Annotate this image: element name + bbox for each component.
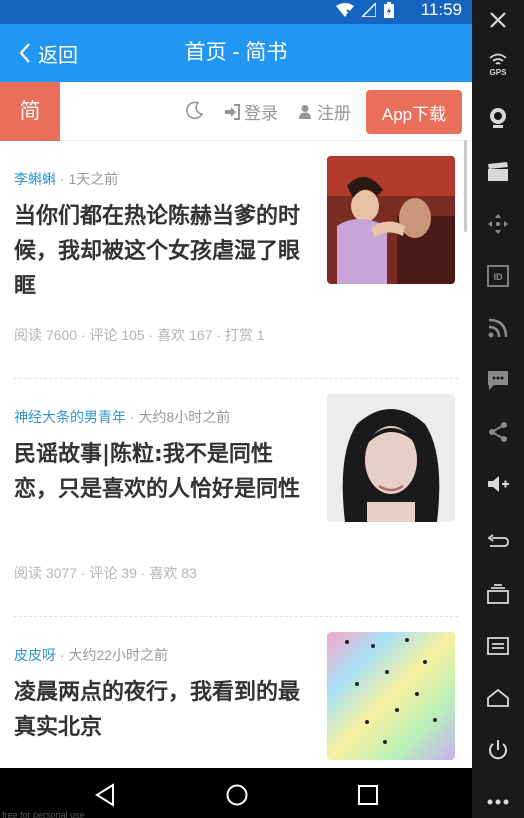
- article-meta: 神经大条的男青年 · 大约8小时之前: [14, 409, 231, 425]
- status-time: 11:59: [420, 0, 462, 19]
- author-link[interactable]: 神经大条的男青年: [14, 409, 126, 425]
- article-stats: 阅读 7600 · 评论 105 · 喜欢 167 · 打赏 1: [14, 327, 265, 343]
- rss-icon[interactable]: [486, 316, 510, 340]
- home-circle-icon[interactable]: [225, 783, 249, 807]
- back-triangle-icon[interactable]: [93, 783, 117, 807]
- login-label: 登录: [244, 104, 278, 123]
- app-download-button[interactable]: App下载: [366, 90, 462, 134]
- android-nav-bar: free for personal use: [0, 768, 472, 818]
- article-meta: 皮皮呀 · 大约22小时之前: [14, 647, 169, 663]
- site-toolbar: 简 登录 注册 App下载: [0, 82, 472, 141]
- share-icon[interactable]: [486, 420, 510, 444]
- app-bar: 返回 首页 - 简书: [0, 24, 472, 82]
- article-title[interactable]: 民谣故事|陈粒:我不是同性恋，只是喜欢的人恰好是同性: [14, 437, 304, 507]
- author-link[interactable]: 皮皮呀: [14, 647, 56, 663]
- status-bar: 11:59: [0, 0, 472, 24]
- battery-charging-icon: [384, 2, 394, 18]
- article-stats: 阅读 3077 · 评论 39 · 喜欢 83: [14, 565, 197, 581]
- user-icon: [299, 104, 311, 119]
- moon-icon[interactable]: [185, 100, 205, 120]
- page-title: 首页 - 简书: [184, 41, 288, 64]
- move-arrows-icon[interactable]: [486, 212, 510, 236]
- scrollbar-thumb[interactable]: [464, 140, 467, 232]
- article-item[interactable]: 皮皮呀 · 大约22小时之前 凌晨两点的夜行，我看到的最真实北京: [14, 617, 458, 768]
- device-id-icon[interactable]: ID: [486, 264, 510, 288]
- article-item[interactable]: 李蝌蝌 · 1天之前 当你们都在热论陈赫当爹的时候，我却被这个女孩虐湿了眼眶 阅…: [14, 141, 458, 379]
- close-icon[interactable]: [486, 8, 510, 32]
- wifi-icon: [336, 3, 354, 17]
- svg-text:ID: ID: [494, 272, 504, 282]
- article-item[interactable]: 神经大条的男青年 · 大约8小时之前 民谣故事|陈粒:我不是同性恋，只是喜欢的人…: [14, 379, 458, 617]
- more-options-icon[interactable]: [486, 790, 510, 814]
- home-icon[interactable]: [486, 686, 510, 710]
- recent-apps-icon[interactable]: [356, 783, 380, 807]
- article-thumbnail[interactable]: [327, 394, 455, 522]
- sign-in-icon: [225, 103, 240, 120]
- signal-icon: [362, 3, 376, 17]
- article-feed: 李蝌蝌 · 1天之前 当你们都在热论陈赫当爹的时候，我却被这个女孩虐湿了眼眶 阅…: [0, 141, 472, 768]
- article-thumbnail[interactable]: [327, 632, 455, 760]
- emulator-side-panel: GPS ID: [472, 0, 524, 818]
- phone-screen: 11:59 返回 首页 - 简书 简 登录 注册 App下载 李蝌蝌 · 1天之…: [0, 0, 472, 768]
- status-icons: [336, 2, 394, 18]
- article-title[interactable]: 凌晨两点的夜行，我看到的最真实北京: [14, 675, 304, 745]
- register-label: 注册: [317, 104, 351, 123]
- film-clapper-icon[interactable]: [486, 160, 510, 184]
- article-title[interactable]: 当你们都在热论陈赫当爹的时候，我却被这个女孩虐湿了眼眶: [14, 199, 304, 304]
- back-arrow-icon[interactable]: [486, 530, 510, 554]
- login-link[interactable]: 登录: [224, 82, 278, 141]
- article-meta: 李蝌蝌 · 1天之前: [14, 171, 119, 187]
- publish-time: 大约22小时之前: [68, 647, 169, 663]
- watermark: free for personal use: [2, 810, 85, 818]
- menu-icon[interactable]: [486, 634, 510, 658]
- volume-up-icon[interactable]: [486, 472, 510, 496]
- jianshu-logo[interactable]: 简: [0, 82, 60, 141]
- article-thumbnail[interactable]: [327, 156, 455, 284]
- sms-icon[interactable]: [486, 368, 510, 392]
- gps-label: GPS: [489, 68, 507, 77]
- publish-time: 大约8小时之前: [138, 409, 231, 425]
- publish-time: 1天之前: [68, 171, 119, 187]
- author-link[interactable]: 李蝌蝌: [14, 171, 56, 187]
- webcam-icon[interactable]: [486, 106, 510, 130]
- recent-apps-icon[interactable]: [486, 582, 510, 606]
- power-icon[interactable]: [486, 738, 510, 762]
- register-link[interactable]: 注册: [297, 82, 351, 141]
